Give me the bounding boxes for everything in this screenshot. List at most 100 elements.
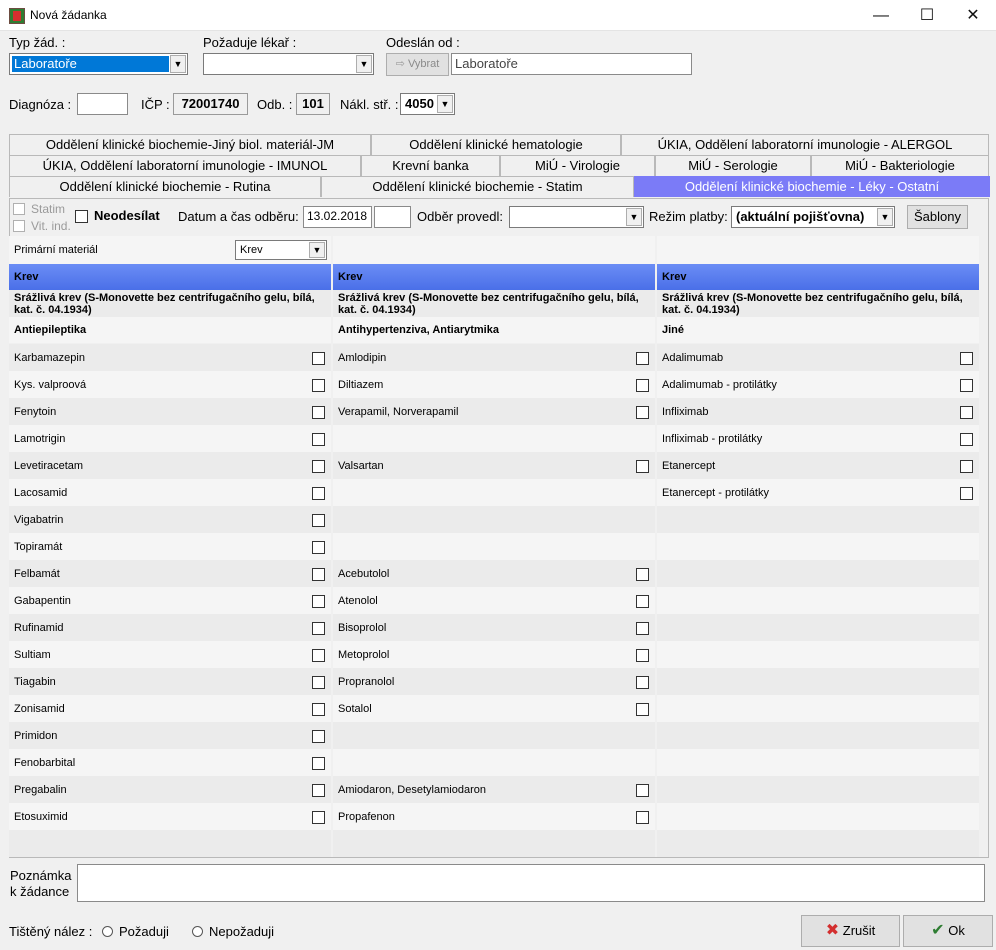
tab-hematologie[interactable]: Oddělení klinické hematologie [371,134,621,155]
nepozaduji-radio[interactable] [192,926,203,937]
chevron-down-icon[interactable]: ▼ [170,55,186,73]
test-checkbox[interactable] [636,460,649,473]
test-checkbox[interactable] [312,784,325,797]
chevron-down-icon[interactable]: ▼ [877,208,893,226]
chevron-down-icon[interactable]: ▼ [437,95,453,113]
test-checkbox[interactable] [960,406,973,419]
test-row[interactable]: Vigabatrin [9,506,331,533]
test-checkbox[interactable] [312,811,325,824]
test-checkbox[interactable] [312,406,325,419]
minimize-button[interactable]: — [858,0,904,31]
test-checkbox[interactable] [636,703,649,716]
test-checkbox[interactable] [312,460,325,473]
test-checkbox[interactable] [312,703,325,716]
vit-ind-checkbox[interactable] [13,220,25,232]
tab-bakteriologie[interactable]: MiÚ - Bakteriologie [811,155,989,176]
test-row[interactable]: Fenytoin [9,398,331,425]
neodesilat-checkbox[interactable] [75,210,88,223]
datum-field[interactable]: 13.02.2018 [303,206,372,228]
test-row[interactable]: Gabapentin [9,587,331,614]
test-row[interactable]: Adalimumab - protilátky [657,371,979,398]
tab-serologie[interactable]: MiÚ - Serologie [655,155,811,176]
test-row[interactable]: Pregabalin [9,776,331,803]
test-checkbox[interactable] [636,676,649,689]
test-row[interactable]: Etanercept - protilátky [657,479,979,506]
zrusit-button[interactable]: ✖ Zrušit [801,915,900,947]
test-checkbox[interactable] [960,487,973,500]
test-checkbox[interactable] [312,379,325,392]
tab-ukia-imunol[interactable]: ÚKIA, Oddělení laboratorní imunologie - … [9,155,361,176]
test-checkbox[interactable] [636,406,649,419]
tab-virologie[interactable]: MiÚ - Virologie [500,155,655,176]
nakl-str-select[interactable]: 4050 ▼ [400,93,455,115]
test-row[interactable]: Sotalol [333,695,655,722]
test-row[interactable]: Amiodaron, Desetylamiodaron [333,776,655,803]
test-checkbox[interactable] [960,352,973,365]
statim-checkbox[interactable] [13,203,25,215]
test-row[interactable]: Felbamát [9,560,331,587]
note-textarea[interactable] [77,864,985,902]
pozaduji-radio[interactable] [102,926,113,937]
test-checkbox[interactable] [312,541,325,554]
test-checkbox[interactable] [312,433,325,446]
tab-krevni-banka[interactable]: Krevní banka [361,155,500,176]
test-row[interactable]: Valsartan [333,452,655,479]
test-checkbox[interactable] [636,379,649,392]
test-checkbox[interactable] [960,460,973,473]
test-checkbox[interactable] [312,487,325,500]
test-row[interactable]: Kys. valproová [9,371,331,398]
typ-zad-select[interactable]: Laboratoře ▼ [9,53,188,75]
test-row[interactable]: Sultiam [9,641,331,668]
test-checkbox[interactable] [312,649,325,662]
test-row[interactable]: Fenobarbital [9,749,331,776]
test-checkbox[interactable] [312,568,325,581]
test-checkbox[interactable] [960,433,973,446]
test-checkbox[interactable] [312,676,325,689]
close-button[interactable]: ✕ [950,0,996,31]
test-row[interactable]: Lamotrigin [9,425,331,452]
test-row[interactable]: Propranolol [333,668,655,695]
test-row[interactable]: Zonisamid [9,695,331,722]
test-checkbox[interactable] [312,514,325,527]
rezim-select[interactable]: (aktuální pojišťovna) ▼ [731,206,895,228]
odber-select[interactable]: ▼ [509,206,644,228]
test-row[interactable]: Tiagabin [9,668,331,695]
test-checkbox[interactable] [636,649,649,662]
test-checkbox[interactable] [312,622,325,635]
test-row[interactable]: Lacosamid [9,479,331,506]
test-row[interactable]: Diltiazem [333,371,655,398]
test-row[interactable]: Metoprolol [333,641,655,668]
chevron-down-icon[interactable]: ▼ [626,208,642,226]
tab-okb-leky-ostatni[interactable]: Oddělení klinické biochemie - Léky - Ost… [634,176,990,197]
test-row[interactable]: Bisoprolol [333,614,655,641]
test-row[interactable]: Levetiracetam [9,452,331,479]
ok-button[interactable]: ✔ Ok [903,915,993,947]
test-row[interactable]: Atenolol [333,587,655,614]
test-row[interactable]: Etanercept [657,452,979,479]
maximize-button[interactable]: ☐ [904,0,950,31]
test-row[interactable]: Adalimumab [657,344,979,371]
tab-okb-rutina[interactable]: Oddělení klinické biochemie - Rutina [9,176,321,197]
test-row[interactable]: Verapamil, Norverapamil [333,398,655,425]
tab-okb-jiny-material[interactable]: Oddělení klinické biochemie-Jiný biol. m… [9,134,371,155]
test-checkbox[interactable] [636,568,649,581]
test-row[interactable]: Karbamazepin [9,344,331,371]
test-checkbox[interactable] [312,757,325,770]
sablony-button[interactable]: Šablony [907,205,968,229]
vybrat-button[interactable]: ⇨ Vybrat [386,53,449,76]
test-checkbox[interactable] [636,595,649,608]
tab-ukia-alergol[interactable]: ÚKIA, Oddělení laboratorní imunologie - … [621,134,989,155]
test-row[interactable]: Infliximab [657,398,979,425]
test-checkbox[interactable] [312,730,325,743]
test-row[interactable]: Topiramát [9,533,331,560]
chevron-down-icon[interactable]: ▼ [356,55,372,73]
odeslan-od-field[interactable]: Laboratoře [451,53,692,75]
diagnoza-field[interactable] [77,93,128,115]
tab-okb-statim[interactable]: Oddělení klinické biochemie - Statim [321,176,634,197]
test-checkbox[interactable] [636,352,649,365]
test-row[interactable]: Infliximab - protilátky [657,425,979,452]
test-row[interactable]: Rufinamid [9,614,331,641]
test-checkbox[interactable] [960,379,973,392]
test-row[interactable]: Etosuximid [9,803,331,830]
test-checkbox[interactable] [636,622,649,635]
